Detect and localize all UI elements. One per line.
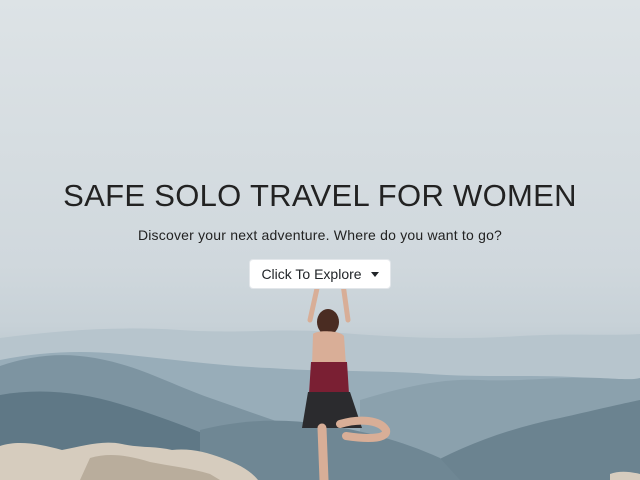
explore-button-label: Click To Explore <box>261 266 362 282</box>
hero-subtitle: Discover your next adventure. Where do y… <box>137 227 503 243</box>
explore-dropdown-button[interactable]: Click To Explore <box>249 259 391 289</box>
hero-section: SAFE SOLO TRAVEL FOR WOMEN Discover your… <box>0 0 640 480</box>
caret-down-icon <box>370 271 379 277</box>
hero-content: SAFE SOLO TRAVEL FOR WOMEN Discover your… <box>0 176 640 289</box>
hero-title: SAFE SOLO TRAVEL FOR WOMEN <box>63 178 577 213</box>
